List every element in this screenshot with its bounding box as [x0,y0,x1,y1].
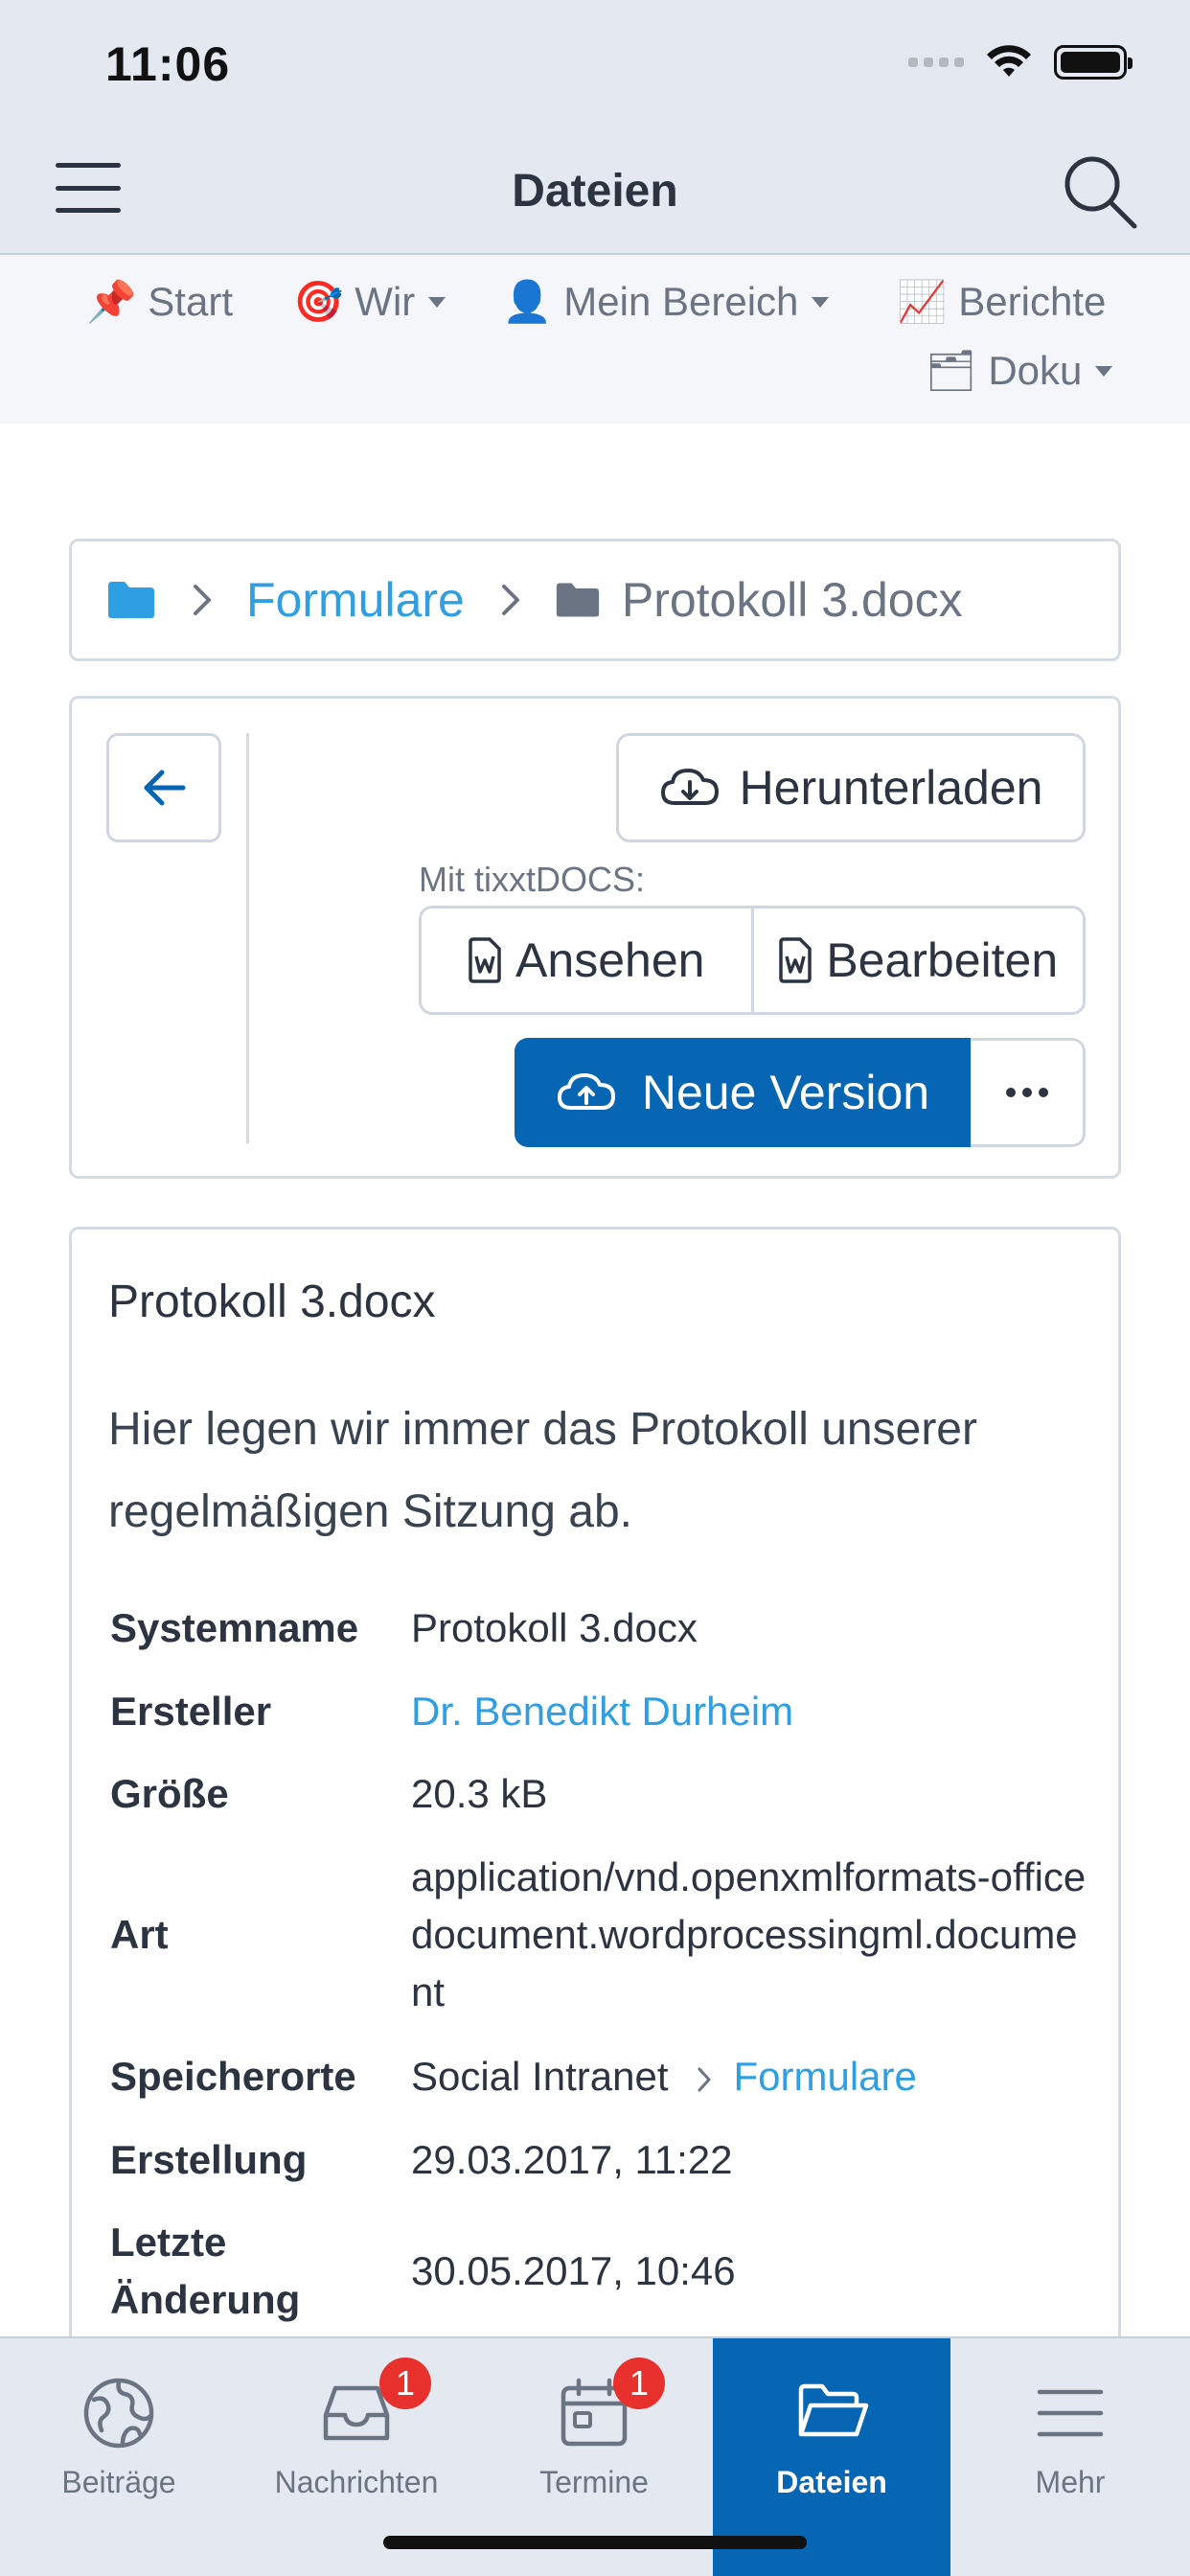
prop-value: 30.05.2017, 10:46 [411,2248,736,2293]
new-version-split-button: Neue Version [515,1038,1086,1147]
notification-badge: 1 [613,2358,665,2409]
more-actions-button[interactable] [971,1038,1086,1147]
prop-key: Ersteller [110,1689,272,1734]
back-button[interactable] [106,733,221,842]
file-title: Protokoll 3.docx [108,1276,436,1327]
new-version-button-label: Neue Version [641,1066,930,1119]
notification-badge: 1 [379,2358,431,2409]
edit-button[interactable]: Bearbeiten [750,908,1084,1012]
tab-beitraege[interactable]: Beiträge [0,2338,238,2576]
folder-icon [556,583,599,617]
folder-open-icon [798,2383,869,2437]
tixxt-docs-buttons: Ansehen Bearbeiten [419,906,1086,1015]
status-bar: 11:06 [0,0,1190,128]
location-root: Social Intranet [411,2054,669,2099]
search-icon[interactable] [1060,151,1140,232]
caret-down-icon [812,296,830,308]
tab-label: Beiträge [61,2465,176,2499]
nav-item-start[interactable]: 📌 Start [86,278,233,326]
breadcrumb-link-formulare[interactable]: Formulare [246,572,465,628]
app-header: Dateien [0,128,1190,255]
nav-item-label: Berichte [958,279,1107,324]
word-file-icon [469,937,501,983]
folder-icon[interactable] [106,580,156,620]
prop-value: 29.03.2017, 11:22 [411,2137,733,2182]
tab-label: Nachrichten [274,2465,439,2499]
tab-label: Mehr [1035,2465,1106,2499]
divider [246,733,249,1143]
creator-link[interactable]: Dr. Benedikt Durheim [411,1683,1087,1740]
prop-row-locations: Speicherorte Social Intranet Formulare [110,2035,1087,2119]
prop-key: Speicherorte [110,2054,356,2099]
new-version-button[interactable]: Neue Version [515,1038,971,1147]
breadcrumb-current: Protokoll 3.docx [621,573,963,627]
prop-row-systemname: Systemname Protokoll 3.docx [110,1586,1087,1670]
download-button[interactable]: Herunterladen [616,733,1086,842]
prop-row-type: Art application/vnd.openxmlformats-offic… [110,1835,1087,2035]
location-folder-link[interactable]: Formulare [734,2054,917,2099]
file-actions: Herunterladen Mit tixxtDOCS: Ansehen Bea… [69,696,1121,1179]
arrow-left-icon [144,770,186,806]
nav-item-berichte[interactable]: 📈 Berichte [897,278,1106,326]
nav-item-label: Doku [988,348,1083,393]
caret-down-icon [428,296,446,308]
globe-icon [83,2378,154,2449]
file-description: Hier legen wir immer das Protokoll unser… [108,1404,977,1537]
prop-key: Art [110,1912,169,1957]
prop-row-size: Größe 20.3 kB [110,1753,1087,1835]
target-icon: 🎯 [293,278,344,325]
edit-button-label: Bearbeiten [826,933,1059,987]
tixxt-docs-label: Mit tixxtDOCS: [419,860,646,899]
prop-row-modified: Letzte Änderung 30.05.2017, 10:46 [110,2201,1087,2341]
home-indicator [383,2536,807,2549]
chevron-right-icon [194,585,211,615]
chevron-right-icon [501,585,519,615]
chevron-right-icon [698,2067,710,2092]
person-icon: 👤 [502,278,553,325]
pushpin-icon: 📌 [86,278,137,325]
chart-icon: 📈 [897,278,948,325]
page-title: Dateien [512,166,678,217]
prop-value: Protokoll 3.docx [411,1605,698,1650]
signal-icon [908,58,964,67]
tab-label: Dateien [776,2465,887,2499]
caret-down-icon [1095,365,1113,377]
nav-item-label: Mein Bereich [563,279,799,324]
main-navigation: 📌 Start 🎯 Wir 👤 Mein Bereich 📈 Berichte … [0,255,1190,424]
status-icons [908,44,1133,80]
view-button-label: Ansehen [515,933,705,987]
menu-icon [1037,2389,1104,2437]
cloud-download-icon [660,769,719,805]
view-button[interactable]: Ansehen [422,908,751,1012]
breadcrumb: Formulare Protokoll 3.docx [69,539,1121,661]
nav-item-mein-bereich[interactable]: 👤 Mein Bereich [502,278,830,326]
nav-item-wir[interactable]: 🎯 Wir [293,278,446,326]
ellipsis-icon [1005,1088,1016,1097]
prop-key: Letzte Änderung [110,2220,301,2322]
cloud-upload-icon [557,1073,615,1110]
nav-item-doku[interactable]: 🗂 Doku [926,347,1113,395]
prop-row-created: Erstellung 29.03.2017, 11:22 [110,2119,1087,2201]
prop-key: Größe [110,1771,229,1816]
file-properties: Systemname Protokoll 3.docx Ersteller Dr… [110,1586,1087,2341]
status-time: 11:06 [105,37,231,91]
tab-mehr[interactable]: Mehr [950,2338,1190,2576]
prop-key: Erstellung [110,2137,308,2182]
download-button-label: Herunterladen [739,761,1043,815]
prop-value: Social Intranet Formulare [411,2048,1087,2105]
prop-key: Systemname [110,1605,359,1650]
tab-label: Termine [539,2465,649,2499]
nav-item-label: Wir [355,279,416,324]
prop-value: application/vnd.openxmlformats-officedoc… [411,1854,1087,2014]
prop-value: 20.3 kB [411,1771,548,1816]
battery-icon [1054,45,1133,80]
prop-row-creator: Ersteller Dr. Benedikt Durheim [110,1670,1087,1753]
word-file-icon [779,937,812,983]
nav-item-label: Start [148,279,233,324]
wifi-icon [987,45,1031,77]
box-icon: 🗂 [926,347,977,394]
